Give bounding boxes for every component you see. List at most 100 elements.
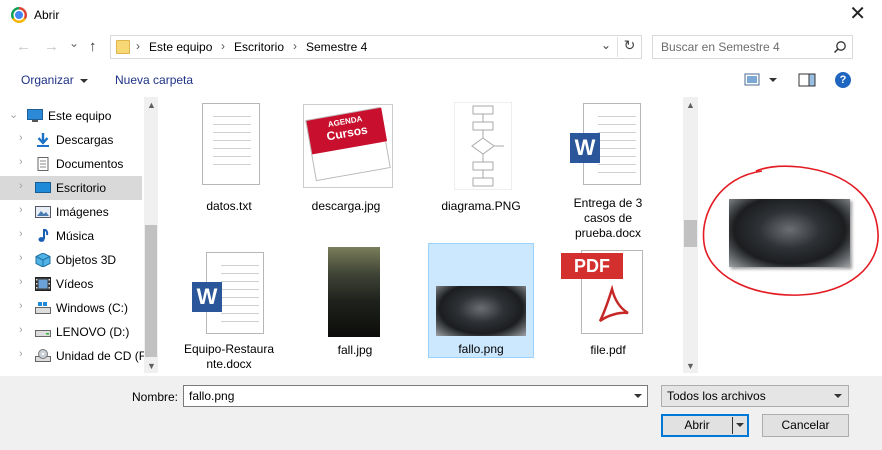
file-name: Entrega de 3 casos de prueba.docx [573, 196, 643, 240]
collapse-icon[interactable]: ⌄ [9, 108, 18, 121]
sidebar-item-unidad-cd[interactable]: › Unidad de CD (F [0, 344, 146, 368]
recent-locations-button[interactable]: ⌄ [69, 36, 79, 50]
file-type-value: Todos los archivos [667, 389, 766, 403]
file-name: datos.txt [206, 199, 252, 213]
preview-pane-icon[interactable] [798, 73, 816, 87]
scroll-up-arrow[interactable]: ▲ [686, 100, 695, 110]
open-button-label: Abrir [684, 418, 710, 432]
sidebar-item-imagenes[interactable]: › Imágenes [0, 200, 142, 224]
refresh-icon[interactable]: ↻ [617, 37, 641, 57]
file-name-label: Nombre: [132, 390, 179, 404]
organize-menu[interactable]: Organizar [21, 73, 88, 87]
sidebar-item-label: Este equipo [48, 109, 112, 123]
title-bar: Abrir ✕ [0, 0, 882, 30]
sidebar-item-escritorio[interactable]: › Escritorio [0, 176, 142, 200]
file-name-combo[interactable]: fallo.png [183, 385, 648, 407]
preview-pane [700, 97, 882, 373]
file-item-equipo-restaurante-docx[interactable]: W Equipo-Restaura nte.docx [174, 245, 284, 371]
word-icon: W [570, 133, 600, 163]
sidebar-item-descargas[interactable]: › Descargas [0, 128, 142, 152]
scroll-down-arrow[interactable]: ▼ [686, 361, 695, 371]
breadcrumb-separator: › [293, 39, 297, 53]
address-dropdown-icon[interactable]: ⌄ [601, 38, 611, 52]
file-name: fallo.png [458, 342, 504, 356]
file-item-descarga-jpg[interactable]: AGENDA Cursos descarga.jpg [291, 100, 401, 240]
sidebar-item-lenovo-d[interactable]: › LENOVO (D:) [0, 320, 142, 344]
expand-icon[interactable]: › [19, 180, 23, 192]
expand-icon[interactable]: › [19, 204, 23, 216]
expand-icon[interactable]: › [19, 324, 23, 336]
expand-icon[interactable]: › [19, 276, 23, 288]
search-input[interactable]: Buscar en Semestre 4 [661, 40, 780, 54]
file-item-entrega-docx[interactable]: W Entrega de 3 casos de prueba.docx [553, 100, 663, 240]
computer-icon [27, 109, 43, 122]
sidebar-item-label: Música [56, 229, 95, 243]
view-dropdown-icon[interactable] [769, 78, 777, 82]
sidebar-item-label: Imágenes [56, 205, 109, 219]
dialog-footer: Nombre: fallo.png Todos los archivos Abr… [0, 376, 882, 450]
file-list: datos.txt AGENDA Cursos descarga.jpg dia… [158, 97, 683, 373]
drive-icon [35, 330, 51, 337]
file-item-fallo-png[interactable]: fallo.png [428, 243, 534, 358]
file-list-scrollbar[interactable]: ▲ ▼ [683, 97, 698, 373]
expand-icon[interactable]: › [19, 252, 23, 264]
sidebar-item-este-equipo[interactable]: ⌄ Este equipo [0, 104, 142, 128]
chrome-icon [11, 7, 27, 23]
sidebar-item-label: Windows (C:) [56, 301, 129, 315]
file-item-file-pdf[interactable]: PDF file.pdf [553, 245, 663, 371]
help-icon[interactable]: ? [835, 72, 851, 88]
breadcrumb-escritorio[interactable]: Escritorio [234, 40, 284, 54]
breadcrumb-este-equipo[interactable]: Este equipo [149, 40, 212, 54]
sidebar-item-objetos-3d[interactable]: › Objetos 3D [0, 248, 142, 272]
file-type-filter[interactable]: Todos los archivos [661, 385, 849, 407]
chevron-down-icon[interactable] [634, 394, 642, 398]
sidebar-item-label: Unidad de CD (F [56, 349, 147, 363]
open-options-icon[interactable] [736, 423, 744, 427]
breadcrumb-semestre-4[interactable]: Semestre 4 [306, 40, 367, 54]
chevron-down-icon[interactable] [834, 394, 842, 398]
up-button[interactable]: ↑ [89, 38, 97, 55]
file-name: fall.jpg [337, 343, 373, 357]
search-icon[interactable] [833, 40, 847, 54]
view-icon[interactable] [744, 73, 760, 87]
expand-icon[interactable]: › [19, 300, 23, 312]
file-name: descarga.jpg [311, 199, 381, 213]
scrollbar-thumb[interactable] [684, 220, 697, 247]
close-button[interactable]: ✕ [849, 3, 866, 25]
file-item-fall-jpg[interactable]: fall.jpg [300, 245, 410, 371]
cancel-button[interactable]: Cancelar [762, 414, 849, 437]
sidebar-item-documentos[interactable]: › Documentos [0, 152, 142, 176]
open-button[interactable]: Abrir [661, 414, 749, 437]
sidebar-item-label: Escritorio [56, 181, 107, 195]
sidebar-item-label: Objetos 3D [56, 253, 117, 267]
download-icon [37, 133, 49, 147]
pdf-icon: PDF [561, 253, 623, 279]
expand-icon[interactable]: › [19, 156, 23, 168]
file-item-datos-txt[interactable]: datos.txt [174, 100, 284, 240]
diagram-thumbnail [454, 102, 512, 190]
image-thumbnail [436, 286, 526, 336]
scrollbar-thumb[interactable] [145, 225, 157, 357]
expand-icon[interactable]: › [19, 228, 23, 240]
expand-icon[interactable]: › [19, 132, 23, 144]
forward-button[interactable]: → [44, 38, 59, 55]
sidebar-item-videos[interactable]: › Vídeos [0, 272, 142, 296]
text-file-icon [202, 103, 260, 185]
scroll-up-arrow[interactable]: ▲ [147, 100, 156, 110]
new-folder-button[interactable]: Nueva carpeta [115, 73, 193, 87]
image-thumbnail: AGENDA Cursos [303, 104, 393, 188]
file-item-diagrama-png[interactable]: diagrama.PNG [426, 100, 536, 240]
sidebar-item-windows-c[interactable]: › Windows (C:) [0, 296, 142, 320]
videos-icon [35, 277, 51, 291]
back-button[interactable]: ← [16, 38, 31, 55]
sidebar-item-musica[interactable]: › Música [0, 224, 142, 248]
scroll-down-arrow[interactable]: ▼ [147, 361, 156, 371]
window-title: Abrir [34, 8, 60, 22]
documents-icon [37, 157, 49, 171]
expand-icon[interactable]: › [19, 348, 23, 360]
file-name-input[interactable]: fallo.png [189, 389, 234, 403]
address-bar[interactable]: › Este equipo › Escritorio › Semestre 4 … [110, 35, 642, 59]
sidebar-scrollbar[interactable]: ▲ ▼ [144, 97, 158, 373]
search-box[interactable]: Buscar en Semestre 4 [652, 35, 853, 59]
images-icon [35, 206, 51, 218]
